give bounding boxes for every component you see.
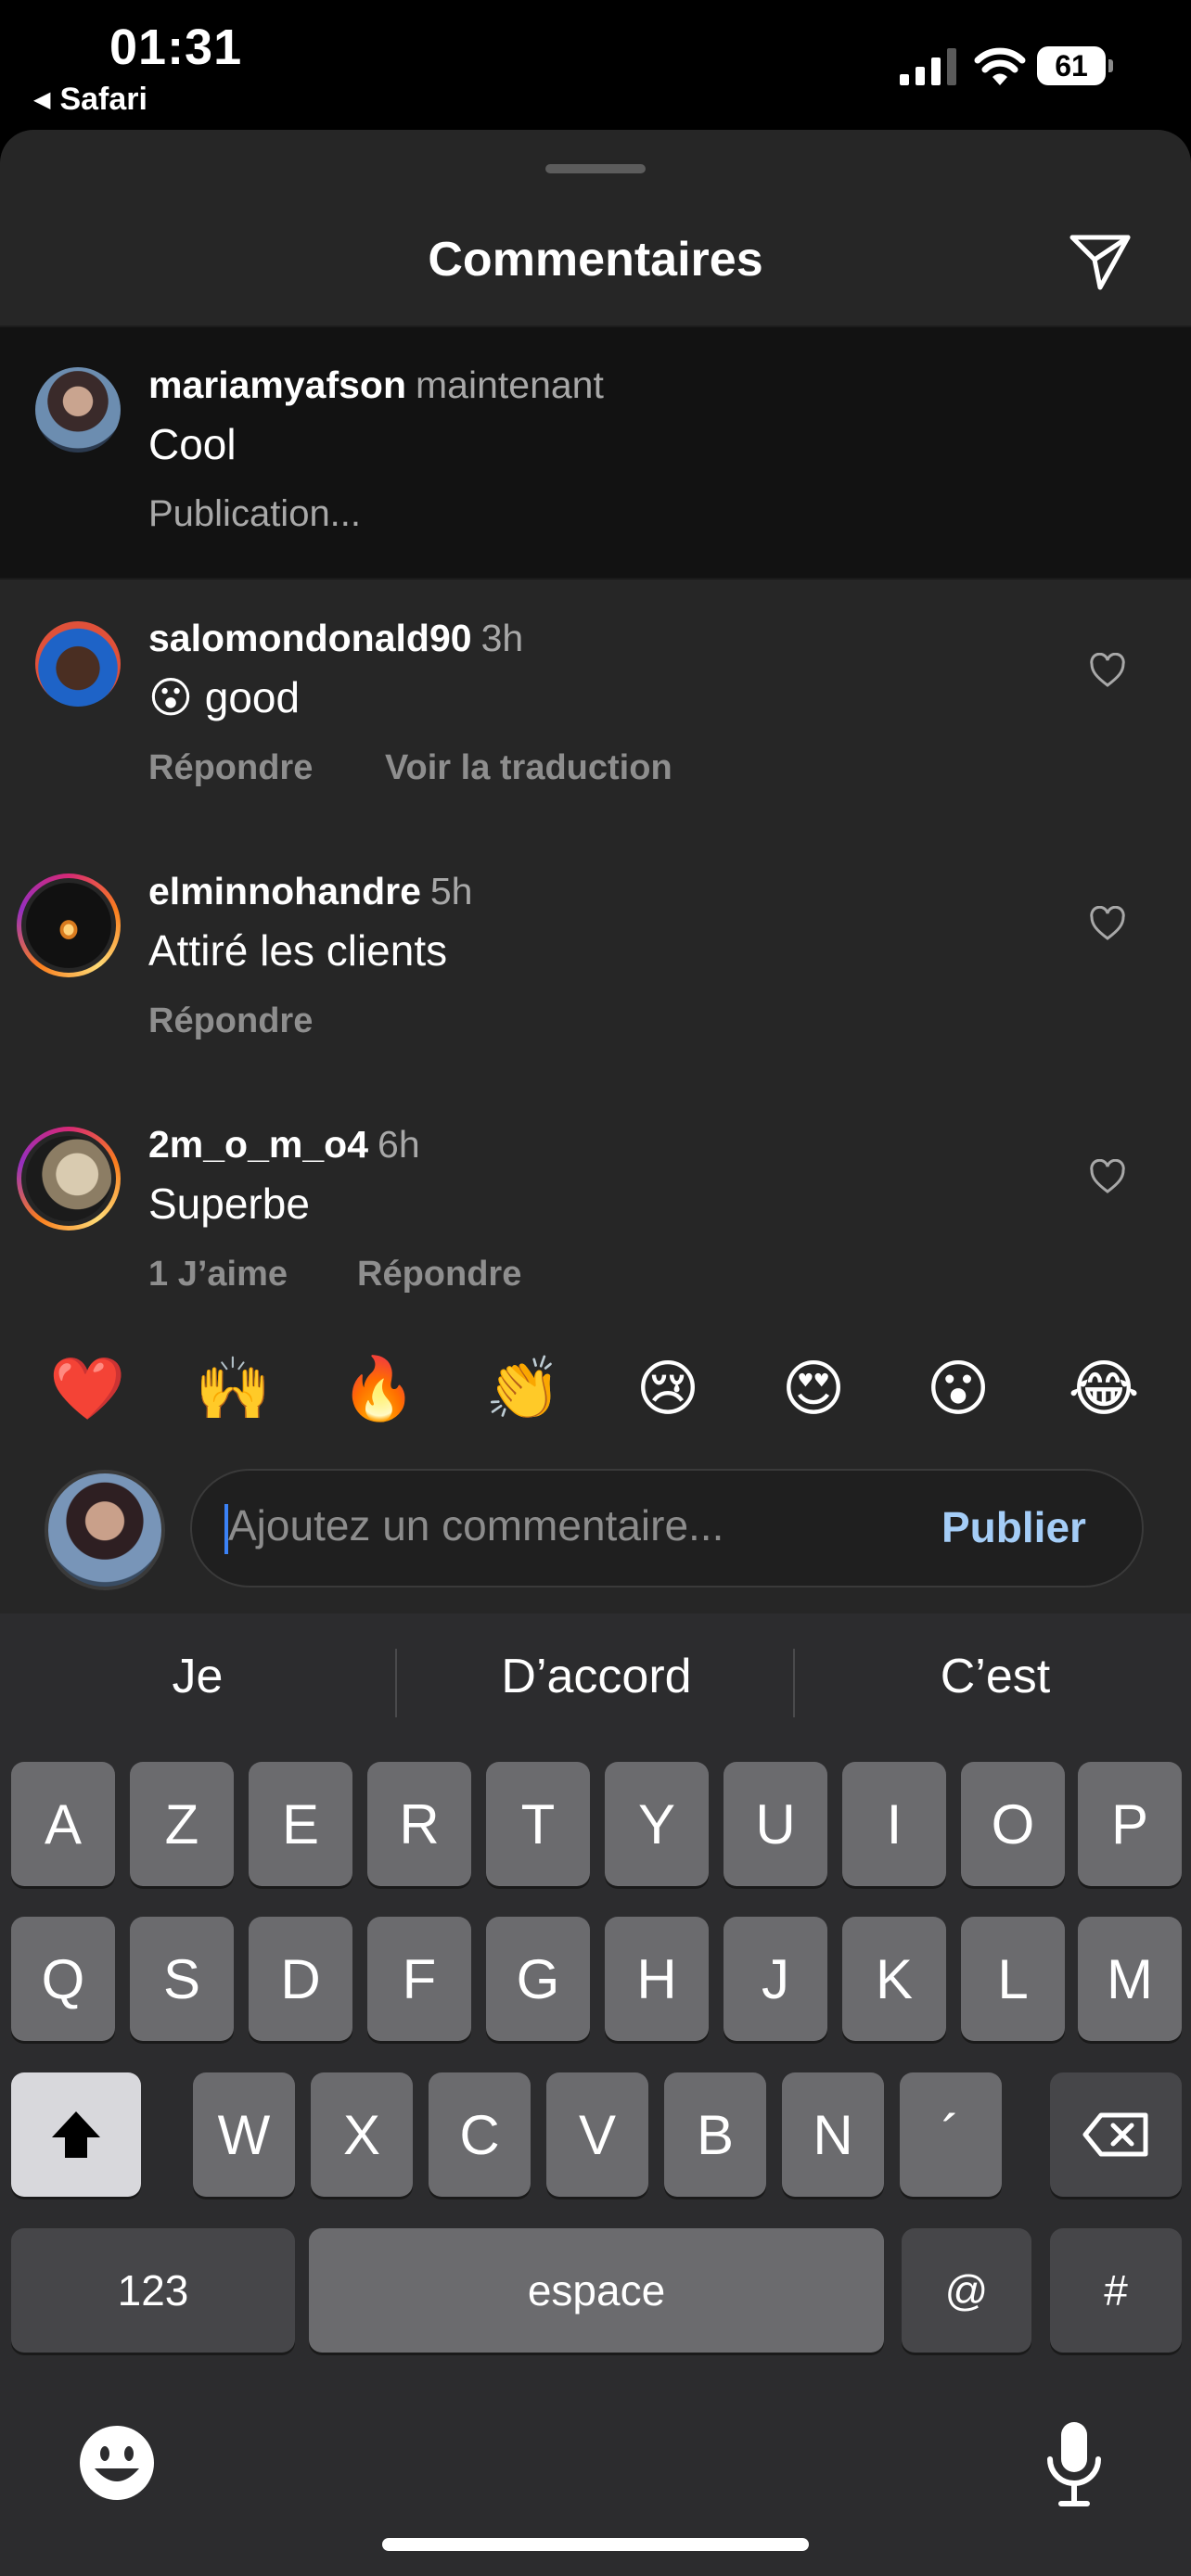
like-heart-icon[interactable] — [1089, 653, 1126, 688]
fire-emoji-button[interactable]: 🔥 — [340, 1352, 416, 1426]
key-c[interactable]: C — [429, 2072, 531, 2197]
wifi-icon — [974, 47, 1026, 85]
numbers-key[interactable]: 123 — [11, 2228, 295, 2353]
sheet-grabber[interactable] — [545, 164, 646, 173]
key-f[interactable]: F — [367, 1917, 471, 2041]
avatar[interactable] — [35, 621, 121, 707]
status-time: 01:31 — [109, 19, 243, 75]
suggestion-daccord[interactable]: D’accord — [436, 1649, 757, 1704]
posting-status: Publication... — [148, 493, 362, 534]
back-triangle-icon: ◀ — [33, 87, 51, 112]
key-j[interactable]: J — [724, 1917, 827, 2041]
key-t[interactable]: T — [486, 1762, 590, 1886]
key-b[interactable]: B — [664, 2072, 766, 2197]
key-l[interactable]: L — [961, 1917, 1065, 2041]
at-key[interactable]: @ — [902, 2228, 1031, 2353]
emoji-keyboard-icon[interactable] — [78, 2424, 156, 2502]
laughing-emoji-button[interactable]: 😂 — [1067, 1352, 1141, 1426]
sheet-title: Commentaires — [428, 233, 763, 287]
suggestion-divider — [395, 1649, 397, 1717]
key-h[interactable]: H — [605, 1917, 709, 2041]
delete-key[interactable] — [1050, 2072, 1182, 2197]
backspace-icon — [1082, 2112, 1148, 2157]
story-ring-avatar[interactable] — [17, 874, 121, 977]
emoji-reaction-bar — [0, 1307, 1191, 1447]
back-to-safari-button[interactable]: ◀ Safari — [33, 82, 147, 118]
clapping-emoji-button[interactable]: 👏 — [485, 1352, 561, 1426]
key-r[interactable]: R — [367, 1762, 471, 1886]
key-y[interactable]: Y — [605, 1762, 709, 1886]
key-o[interactable]: O — [961, 1762, 1065, 1886]
see-translation-button[interactable]: Voir la traduction — [385, 748, 672, 788]
comment-username[interactable]: elminnohandre — [148, 870, 421, 912]
key-q[interactable]: Q — [11, 1917, 115, 2041]
shift-key[interactable] — [11, 2072, 141, 2197]
comment-text: 😮 good — [148, 672, 300, 722]
suggestion-je[interactable]: Je — [37, 1649, 358, 1704]
comment-text: Cool — [148, 420, 237, 468]
send-icon[interactable] — [1067, 232, 1133, 291]
suggestion-cest[interactable]: C’est — [835, 1649, 1156, 1704]
key-s[interactable]: S — [130, 1917, 234, 2041]
key-e[interactable]: E — [249, 1762, 352, 1886]
key-v[interactable]: V — [546, 2072, 648, 2197]
cellular-signal-icon — [900, 48, 956, 85]
comment-body: good — [204, 673, 301, 721]
comment-username[interactable]: mariamyafson — [148, 363, 406, 406]
raising-hands-emoji-button[interactable]: 🙌 — [195, 1352, 271, 1426]
key-i[interactable]: I — [842, 1762, 946, 1886]
comment-username[interactable]: salomondonald90 — [148, 617, 472, 659]
key-z[interactable]: Z — [130, 1762, 234, 1886]
comment-time: 5h — [429, 870, 473, 912]
comment-time: maintenant — [416, 363, 604, 406]
key-w[interactable]: W — [193, 2072, 295, 2197]
key-a[interactable]: A — [11, 1762, 115, 1886]
suggestion-divider — [793, 1649, 795, 1717]
key-p[interactable]: P — [1078, 1762, 1182, 1886]
shift-arrow-icon — [52, 2111, 100, 2158]
battery-nub — [1108, 59, 1113, 72]
like-heart-icon[interactable] — [1089, 1159, 1126, 1194]
comment-header: mariamyafson maintenant — [148, 363, 604, 407]
key-n[interactable]: N — [782, 2072, 884, 2197]
key-d[interactable]: D — [249, 1917, 352, 2041]
likes-count-button[interactable]: 1 J’aime — [148, 1255, 288, 1294]
key-m[interactable]: M — [1078, 1917, 1182, 2041]
comment-input-placeholder: Ajoutez un commentaire... — [228, 1501, 724, 1549]
back-app-label: Safari — [59, 82, 147, 117]
avatar[interactable] — [35, 367, 121, 453]
comment-username[interactable]: 2m_o_m_o4 — [148, 1123, 368, 1166]
heart-emoji-button[interactable]: ❤️ — [49, 1352, 125, 1426]
comment-text: Attiré les clients — [148, 926, 448, 975]
reply-button[interactable]: Répondre — [148, 748, 313, 788]
key-k[interactable]: K — [842, 1917, 946, 2041]
microphone-icon[interactable] — [1044, 2418, 1104, 2511]
comment-time: 3h — [480, 617, 524, 659]
crying-emoji-button[interactable]: 😢 — [631, 1352, 705, 1426]
comment-header: salomondonald90 3h — [148, 617, 523, 660]
heart-eyes-emoji-button[interactable]: 😍 — [776, 1352, 851, 1426]
space-key[interactable]: espace — [309, 2228, 884, 2353]
reply-button[interactable]: Répondre — [148, 1001, 313, 1041]
publish-button[interactable]: Publier — [941, 1502, 1086, 1552]
surprised-emoji-button[interactable]: 😮 — [921, 1352, 995, 1426]
current-user-avatar[interactable] — [45, 1470, 165, 1590]
hash-key[interactable]: # — [1050, 2228, 1182, 2353]
home-indicator[interactable] — [382, 2538, 809, 2551]
comment-time: 6h — [378, 1123, 420, 1166]
key-g[interactable]: G — [486, 1917, 590, 2041]
comment-header: elminnohandre 5h — [148, 870, 472, 913]
surprised-emoji-icon: 😮 — [148, 672, 193, 722]
row-divider — [0, 578, 1191, 580]
like-heart-icon[interactable] — [1089, 906, 1126, 941]
comment-text: Superbe — [148, 1180, 310, 1228]
comment-header: 2m_o_m_o4 6h — [148, 1123, 420, 1167]
battery-indicator: 61 — [1037, 46, 1113, 85]
battery-level: 61 — [1037, 46, 1106, 85]
story-ring-avatar[interactable] — [17, 1127, 121, 1231]
reply-button[interactable]: Répondre — [357, 1255, 521, 1294]
key-u[interactable]: U — [724, 1762, 827, 1886]
key-x[interactable]: X — [311, 2072, 413, 2197]
key-accent[interactable]: ´ — [900, 2072, 1002, 2197]
